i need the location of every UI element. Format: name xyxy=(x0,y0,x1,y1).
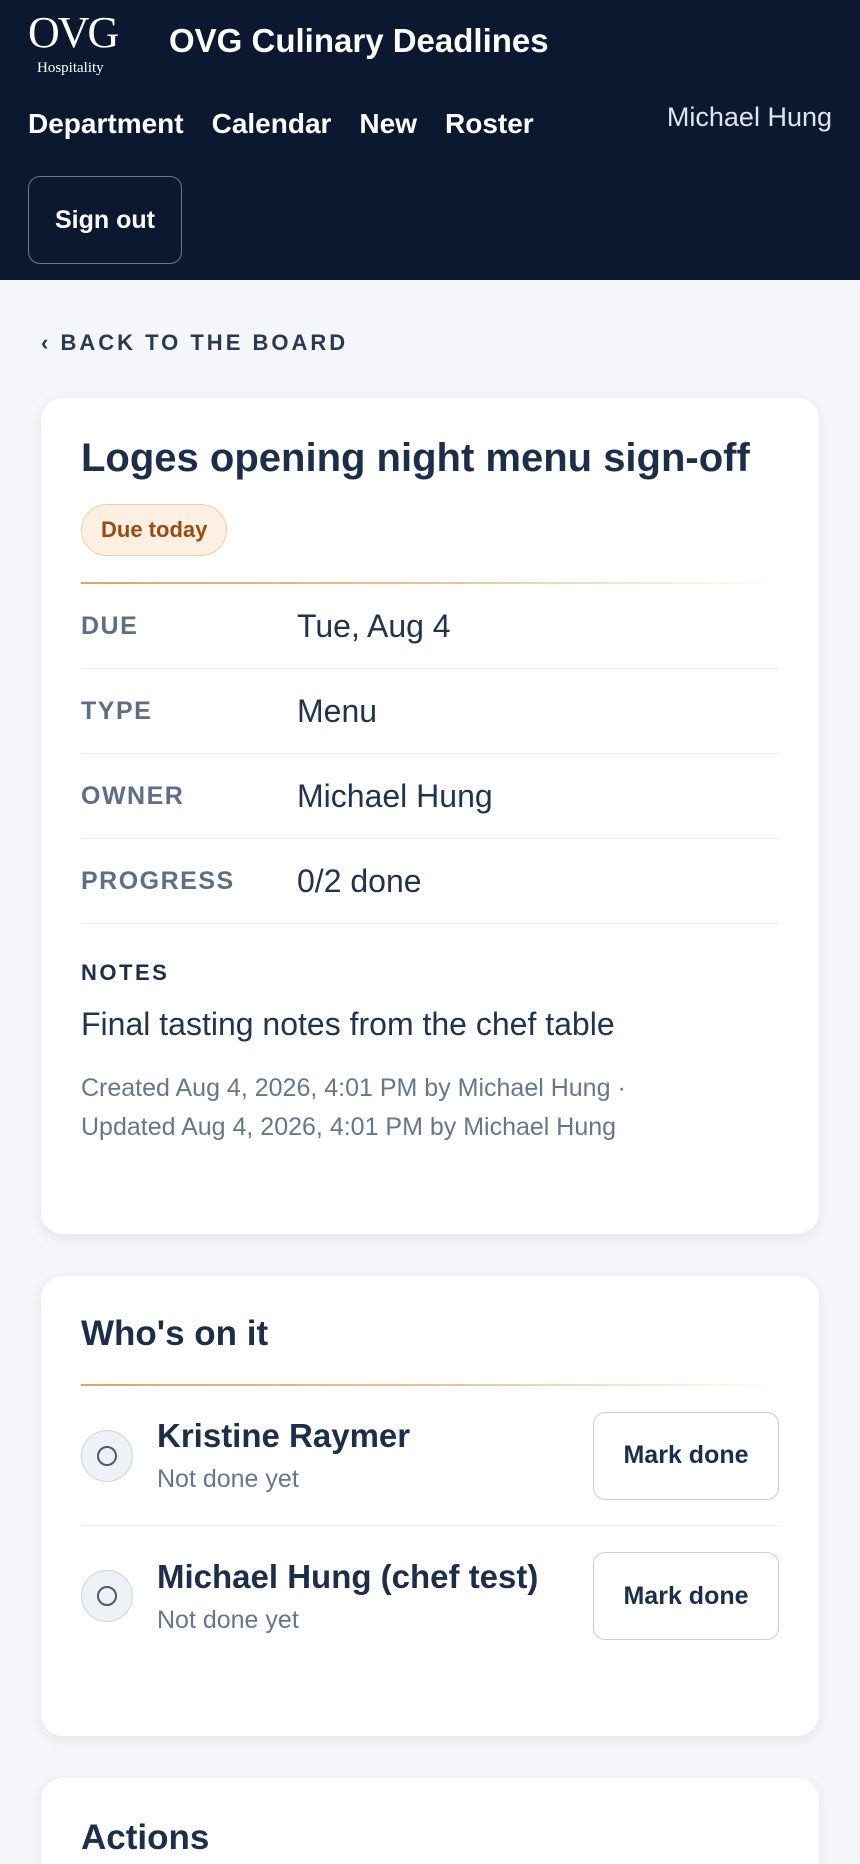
meta-label: OWNER xyxy=(81,781,185,810)
actions-card: Actions xyxy=(41,1778,819,1864)
ovg-hospitality-logo[interactable]: OVG Hospitality xyxy=(28,8,122,76)
assignee-row: Kristine Raymer Not done yet Mark done xyxy=(81,1386,779,1526)
meta-value: Tue, Aug 4 xyxy=(297,607,451,644)
main-content: ‹ BACK TO THE BOARD Loges opening night … xyxy=(0,330,860,1864)
assignee-status: Not done yet xyxy=(157,1465,299,1493)
meta-row-type: TYPE Menu xyxy=(81,669,779,754)
actions-title: Actions xyxy=(81,1818,210,1857)
assignee-info: Kristine Raymer Not done yet xyxy=(157,1417,593,1494)
assignee-name: Michael Hung (chef test) xyxy=(157,1557,539,1595)
meta-value: 0/2 done xyxy=(297,862,422,899)
circle-icon xyxy=(81,1429,133,1482)
mark-done-button[interactable]: Mark done xyxy=(593,1552,779,1640)
nav-department[interactable]: Department xyxy=(28,108,184,140)
updated-line: Updated Aug 4, 2026, 4:01 PM by Michael … xyxy=(81,1113,617,1141)
back-to-board-link[interactable]: ‹ BACK TO THE BOARD xyxy=(41,330,819,360)
circle-icon xyxy=(81,1570,133,1622)
logo-wordmark: OVG xyxy=(28,8,119,57)
nav-new[interactable]: New xyxy=(359,108,417,140)
assignee-list: Kristine Raymer Not done yet Mark done M… xyxy=(81,1386,779,1666)
assignees-title: Who's on it xyxy=(81,1314,269,1353)
top-header: OVG Hospitality OVG Culinary Deadlines D… xyxy=(0,0,860,280)
assignee-status: Not done yet xyxy=(157,1605,299,1634)
brand-row: OVG Hospitality OVG Culinary Deadlines xyxy=(28,0,832,82)
assignee-name: Kristine Raymer xyxy=(157,1417,411,1454)
task-detail-card: Loges opening night menu sign-off Due to… xyxy=(41,398,819,1234)
meta-label: PROGRESS xyxy=(81,866,235,895)
nav-roster[interactable]: Roster xyxy=(445,108,534,140)
nav-calendar[interactable]: Calendar xyxy=(212,108,332,140)
sign-out-button[interactable]: Sign out xyxy=(28,176,182,264)
meta-label: TYPE xyxy=(81,696,153,725)
assignee-info: Michael Hung (chef test) Not done yet xyxy=(157,1558,593,1635)
meta-row-owner: OWNER Michael Hung xyxy=(81,754,779,839)
notes-label: NOTES xyxy=(81,960,170,985)
audit-trail: Created Aug 4, 2026, 4:01 PM by Michael … xyxy=(81,1069,779,1147)
assignee-row: Michael Hung (chef test) Not done yet Ma… xyxy=(81,1526,779,1666)
created-line: Created Aug 4, 2026, 4:01 PM by Michael … xyxy=(81,1074,626,1102)
app-title: OVG Culinary Deadlines xyxy=(169,22,549,59)
assignees-card: Who's on it Kristine Raymer Not done yet… xyxy=(41,1276,819,1736)
meta-label: DUE xyxy=(81,611,139,640)
task-title: Loges opening night menu sign-off xyxy=(81,436,750,480)
meta-value: Michael Hung xyxy=(297,777,493,814)
meta-row-due: DUE Tue, Aug 4 xyxy=(81,584,779,669)
current-user-name: Michael Hung xyxy=(666,102,832,132)
meta-row-progress: PROGRESS 0/2 done xyxy=(81,839,779,924)
mark-done-button[interactable]: Mark done xyxy=(593,1411,779,1500)
main-nav: Department Calendar New Roster Michael H… xyxy=(28,82,832,166)
due-status-badge: Due today xyxy=(81,504,228,556)
logo-subtitle: Hospitality xyxy=(37,60,104,76)
notes-text: Final tasting notes from the chef table xyxy=(81,1006,615,1042)
meta-value: Menu xyxy=(297,692,378,729)
